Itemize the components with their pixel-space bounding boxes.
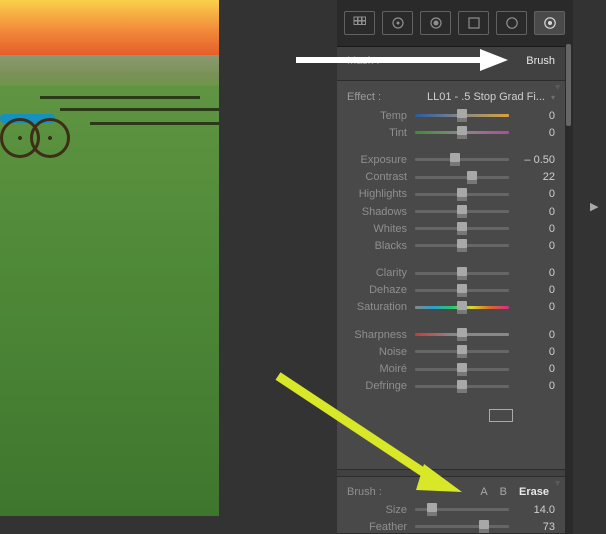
redeye-tool[interactable] xyxy=(420,11,451,35)
mask-row: Mask : New Brush xyxy=(337,50,565,72)
cannon-subject xyxy=(0,110,72,154)
brush-label: Brush : xyxy=(347,486,382,498)
slider-label: Whites xyxy=(347,223,415,235)
slider-label: Highlights xyxy=(347,188,415,200)
slider-label: Saturation xyxy=(347,301,415,313)
slider-moiré: Moiré 0 xyxy=(347,360,555,377)
slider-value: 0 xyxy=(509,346,555,358)
slider-defringe: Defringe 0 xyxy=(347,378,555,395)
size-value: 14.0 xyxy=(509,504,555,516)
slider-value: 0 xyxy=(509,110,555,122)
slider-whites: Whites 0 xyxy=(347,220,555,237)
slider-shadows: Shadows 0 xyxy=(347,203,555,220)
slider-track[interactable] xyxy=(415,131,509,134)
develop-panel: Mask : New Brush Effect : LL01 - .5 Stop… xyxy=(337,0,573,534)
brush-b[interactable]: B xyxy=(494,486,513,498)
slider-track[interactable] xyxy=(415,210,509,213)
slider-saturation: Saturation 0 xyxy=(347,299,555,316)
slider-label: Clarity xyxy=(347,267,415,279)
effect-row[interactable]: Effect : LL01 - .5 Stop Grad Fi... ▾ xyxy=(347,87,555,107)
slider-value: 0 xyxy=(509,363,555,375)
slider-track[interactable] xyxy=(415,289,509,292)
size-label: Size xyxy=(347,504,415,516)
slider-sharpness: Sharpness 0 xyxy=(347,326,555,343)
slider-feather: Feather 73 xyxy=(347,518,555,534)
color-swatch[interactable] xyxy=(489,409,513,422)
adjustments-section: Effect : LL01 - .5 Stop Grad Fi... ▾ Tem… xyxy=(337,80,565,470)
slider-track[interactable] xyxy=(415,306,509,309)
slider-label: Defringe xyxy=(347,380,415,392)
brush-section: Brush : A B Erase Size 14.0 Feather 73 xyxy=(337,476,565,534)
radial-tool[interactable] xyxy=(496,11,527,35)
crop-tool[interactable] xyxy=(344,11,375,35)
brush-tool[interactable] xyxy=(534,11,565,35)
slider-value: 0 xyxy=(509,267,555,279)
mask-brush[interactable]: Brush xyxy=(526,55,555,67)
slider-track[interactable] xyxy=(415,193,509,196)
slider-track[interactable] xyxy=(415,368,509,371)
slider-track[interactable] xyxy=(415,350,509,353)
slider-noise: Noise 0 xyxy=(347,343,555,360)
slider-dehaze: Dehaze 0 xyxy=(347,282,555,299)
slider-label: Blacks xyxy=(347,240,415,252)
slider-label: Tint xyxy=(347,127,415,139)
slider-label: Sharpness xyxy=(347,329,415,341)
slider-value: – 0.50 xyxy=(509,154,555,166)
spot-tool[interactable] xyxy=(382,11,413,35)
slider-value: 0 xyxy=(509,188,555,200)
chevron-down-icon[interactable]: ▾ xyxy=(551,93,555,102)
slider-track[interactable] xyxy=(415,114,509,117)
slider-label: Noise xyxy=(347,346,415,358)
brush-row: Brush : A B Erase xyxy=(347,483,555,501)
feather-slider[interactable] xyxy=(415,525,509,528)
slider-track[interactable] xyxy=(415,244,509,247)
expand-icon[interactable]: ▶ xyxy=(590,200,598,213)
slider-exposure: Exposure – 0.50 xyxy=(347,151,555,168)
disclosure-triangle[interactable]: ▼ xyxy=(553,478,562,488)
brush-erase[interactable]: Erase xyxy=(513,486,555,498)
slider-value: 0 xyxy=(509,284,555,296)
slider-value: 22 xyxy=(509,171,555,183)
gradient-tool[interactable] xyxy=(458,11,489,35)
feather-label: Feather xyxy=(347,521,415,533)
brush-a[interactable]: A xyxy=(474,486,493,498)
slider-value: 0 xyxy=(509,206,555,218)
mask-label: Mask : xyxy=(347,55,379,67)
effect-label: Effect : xyxy=(347,91,381,103)
slider-track[interactable] xyxy=(415,176,509,179)
slider-value: 0 xyxy=(509,301,555,313)
slider-value: 0 xyxy=(509,329,555,341)
slider-highlights: Highlights 0 xyxy=(347,186,555,203)
slider-size: Size 14.0 xyxy=(347,501,555,518)
slider-label: Exposure xyxy=(347,154,415,166)
feather-value: 73 xyxy=(509,521,555,533)
slider-value: 0 xyxy=(509,240,555,252)
slider-tint: Tint 0 xyxy=(347,124,555,141)
slider-label: Contrast xyxy=(347,171,415,183)
slider-label: Temp xyxy=(347,110,415,122)
slider-track[interactable] xyxy=(415,385,509,388)
slider-value: 0 xyxy=(509,380,555,392)
slider-label: Shadows xyxy=(347,206,415,218)
slider-label: Dehaze xyxy=(347,284,415,296)
slider-contrast: Contrast 22 xyxy=(347,169,555,186)
slider-track[interactable] xyxy=(415,158,509,161)
slider-value: 0 xyxy=(509,223,555,235)
disclosure-triangle[interactable]: ▼ xyxy=(553,82,562,92)
slider-blacks: Blacks 0 xyxy=(347,237,555,254)
effect-preset[interactable]: LL01 - .5 Stop Grad Fi... xyxy=(427,91,545,103)
scrollbar-thumb[interactable] xyxy=(566,44,571,126)
slider-label: Moiré xyxy=(347,363,415,375)
slider-track[interactable] xyxy=(415,333,509,336)
preview-image xyxy=(0,0,219,516)
size-slider[interactable] xyxy=(415,508,509,511)
slider-value: 0 xyxy=(509,127,555,139)
slider-track[interactable] xyxy=(415,227,509,230)
slider-track[interactable] xyxy=(415,272,509,275)
tool-strip xyxy=(337,0,565,47)
slider-clarity: Clarity 0 xyxy=(347,265,555,282)
slider-temp: Temp 0 xyxy=(347,107,555,124)
